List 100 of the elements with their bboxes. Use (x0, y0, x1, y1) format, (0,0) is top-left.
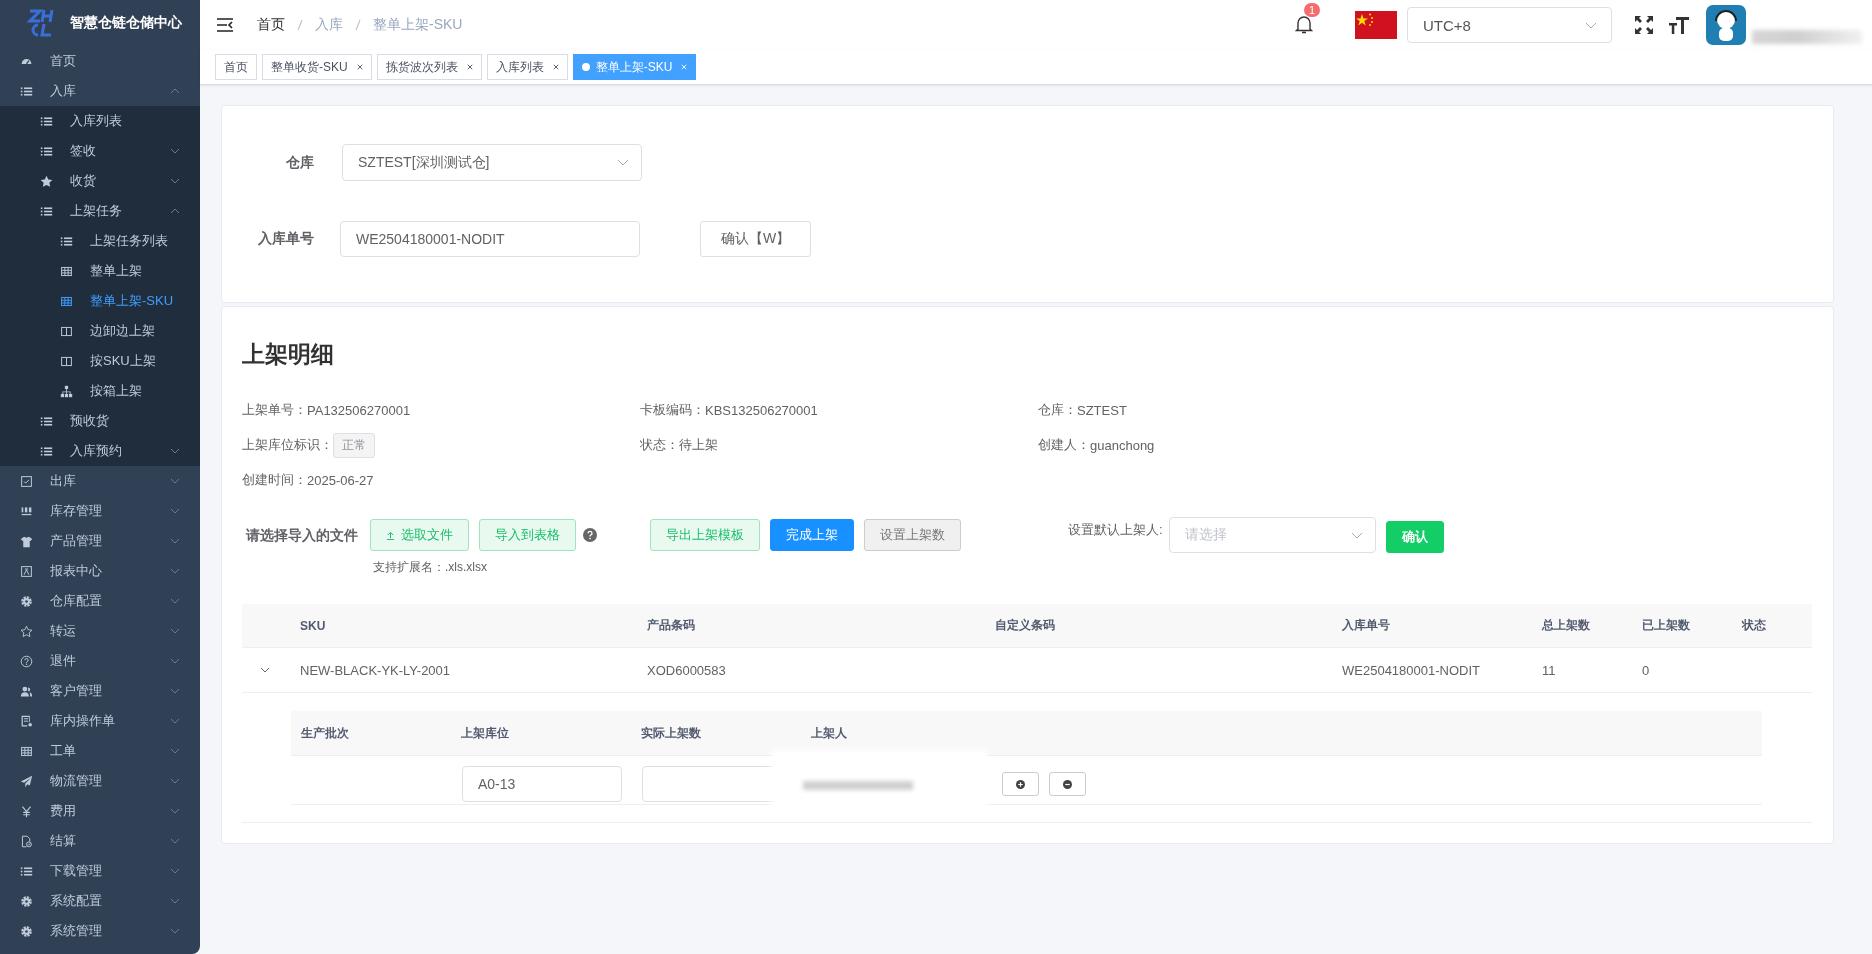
page-tab[interactable]: 入库列表 (486, 54, 568, 80)
menu-item[interactable]: 签收 (0, 136, 200, 166)
column-header: 实际上架数 (641, 724, 702, 742)
gear-icon (20, 894, 33, 908)
menu-item[interactable]: 系统配置 (0, 886, 200, 916)
menu-item[interactable]: 整单上架 (0, 256, 200, 286)
breadcrumb-link[interactable]: 首页 (257, 16, 285, 34)
info-label: 上架库位标识： (242, 436, 333, 454)
remove-button[interactable] (1049, 772, 1086, 796)
quantity-input[interactable] (642, 766, 779, 802)
avatar-icon[interactable] (1706, 5, 1746, 45)
menu-item[interactable]: 整单上架-SKU (0, 286, 200, 316)
order-number-input[interactable]: WE2504180001-NODIT (340, 221, 640, 257)
menu-item[interactable]: 入库列表 (0, 106, 200, 136)
menu-item[interactable]: 仓库配置 (0, 586, 200, 616)
menu-item[interactable]: 出库 (0, 466, 200, 496)
location-input[interactable]: A0-13 (462, 766, 622, 802)
menu-item[interactable]: 收货 (0, 166, 200, 196)
list-icon (40, 204, 53, 218)
menu-item[interactable]: 报表中心 (0, 556, 200, 586)
menu-item[interactable]: 库存管理 (0, 496, 200, 526)
page-tab[interactable]: 首页 (215, 54, 257, 80)
add-button[interactable] (1002, 772, 1039, 796)
menu-item[interactable]: 边卸边上架 (0, 316, 200, 346)
close-icon[interactable] (356, 64, 363, 70)
menu-item[interactable]: 按SKU上架 (0, 346, 200, 376)
column-header: 总上架数 (1540, 617, 1591, 634)
column-header: 自定义条码 (994, 617, 1056, 634)
warehouse-select[interactable]: SZTEST[深圳测试仓] (342, 144, 642, 181)
menu-icon[interactable] (217, 18, 233, 32)
table-cell-text: 11 (1541, 662, 1557, 678)
close-icon[interactable] (552, 64, 559, 70)
flag-icon[interactable] (1355, 11, 1397, 39)
timezone-select[interactable]: UTC+8 (1407, 7, 1612, 43)
close-icon[interactable] (466, 64, 473, 70)
info-value: guanchong (1090, 437, 1155, 453)
column-header: 状态 (1740, 617, 1767, 634)
page-tab[interactable]: 拣货波次列表 (376, 54, 482, 80)
table-icon (20, 744, 33, 758)
list-icon (40, 414, 53, 428)
page-tab[interactable]: 整单收货-SKU (262, 54, 372, 80)
info-label: 卡板编码： (640, 401, 705, 419)
menu-item[interactable]: 转运 (0, 616, 200, 646)
minus-icon (1063, 779, 1072, 789)
list-icon (40, 114, 53, 128)
menu-item[interactable]: 预收货 (0, 406, 200, 436)
chevron-icon (170, 808, 180, 814)
chevron-icon (170, 898, 180, 904)
column-header: SKU (299, 618, 327, 633)
menu-item[interactable]: 入库 (0, 76, 200, 106)
upload-icon (386, 530, 395, 540)
fullscreen-icon[interactable] (1634, 15, 1654, 35)
info-value: KBS132506270001 (705, 402, 818, 418)
expand-chevron-icon[interactable] (260, 667, 270, 673)
field-label: 仓库 (285, 153, 315, 172)
info-label: 创建时间： (242, 471, 307, 489)
help-icon (20, 654, 33, 668)
bell-icon[interactable] (1295, 13, 1313, 34)
chevron-icon (170, 718, 180, 724)
menu-item[interactable]: 入库预约 (0, 436, 200, 466)
menu-item[interactable]: 退件 (0, 646, 200, 676)
chevron-icon (170, 868, 180, 874)
menu-item[interactable]: 库内操作单 (0, 706, 200, 736)
table-cell-text: 0 (1641, 662, 1651, 678)
file-icon (20, 834, 33, 848)
menu-item[interactable]: 结算 (0, 826, 200, 856)
chevron-icon (170, 628, 180, 634)
yen-icon (20, 804, 33, 818)
menu-item[interactable]: 首页 (0, 46, 200, 76)
report-icon (20, 564, 33, 578)
font-size-icon[interactable] (1668, 15, 1690, 35)
info-value: 待上架 (679, 436, 718, 454)
menu-item[interactable]: 物流管理 (0, 766, 200, 796)
column-header: 上架库位 (461, 724, 510, 742)
menu-item[interactable]: 上架任务列表 (0, 226, 200, 256)
menu-item[interactable]: 产品管理 (0, 526, 200, 556)
hierarchy-icon (60, 384, 73, 398)
info-label: 创建人： (1038, 436, 1090, 454)
users-icon (20, 684, 33, 698)
caret-icon (1350, 531, 1363, 539)
info-value: SZTEST (1077, 402, 1127, 418)
default-button[interactable]: 设置上架数 (864, 519, 961, 551)
chevron-icon (170, 928, 180, 934)
file-type-hint: 支持扩展名：.xls.xlsx (373, 559, 488, 576)
confirm-button[interactable]: 确认【W】 (700, 221, 811, 257)
menu-item[interactable]: 费用 (0, 796, 200, 826)
chevron-icon (170, 688, 180, 694)
menu-item[interactable]: 下载管理 (0, 856, 200, 886)
menu-item[interactable]: 客户管理 (0, 676, 200, 706)
list-icon (40, 444, 53, 458)
column-header: 上架人 (810, 724, 848, 742)
menu-item[interactable]: 系统管理 (0, 916, 200, 946)
plus-icon (1016, 779, 1025, 789)
default-assignee-label: 设置默认上架人: (1068, 521, 1163, 539)
menu-item[interactable]: 工单 (0, 736, 200, 766)
help-icon[interactable] (583, 528, 597, 542)
menu-item[interactable]: 上架任务 (0, 196, 200, 226)
gear-icon (20, 924, 33, 938)
star-outline-icon (20, 624, 33, 638)
menu-item[interactable]: 按箱上架 (0, 376, 200, 406)
